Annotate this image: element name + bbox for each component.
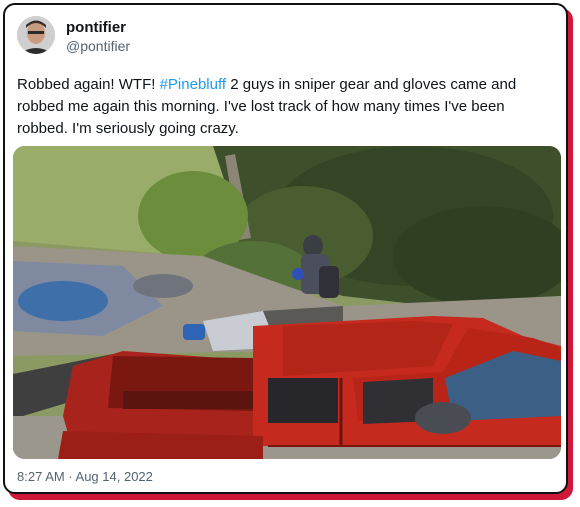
tweet-timestamp[interactable]: 8:27 AM · Aug 14, 2022 bbox=[17, 469, 153, 484]
avatar[interactable] bbox=[17, 16, 55, 54]
tweet-card: pontifier @pontifier Robbed again! WTF! … bbox=[3, 3, 568, 494]
author-handle[interactable]: @pontifier bbox=[66, 38, 130, 54]
author-name[interactable]: pontifier bbox=[66, 19, 126, 36]
hashtag-link[interactable]: #Pinebluff bbox=[160, 76, 226, 93]
tweet-text: Robbed again! WTF! #Pinebluff 2 guys in … bbox=[17, 74, 557, 140]
security-camera-photo bbox=[13, 146, 561, 459]
avatar-photo bbox=[17, 16, 55, 54]
tweet-text-start: Robbed again! WTF! bbox=[17, 76, 160, 93]
tweet-media-image[interactable] bbox=[13, 146, 561, 459]
